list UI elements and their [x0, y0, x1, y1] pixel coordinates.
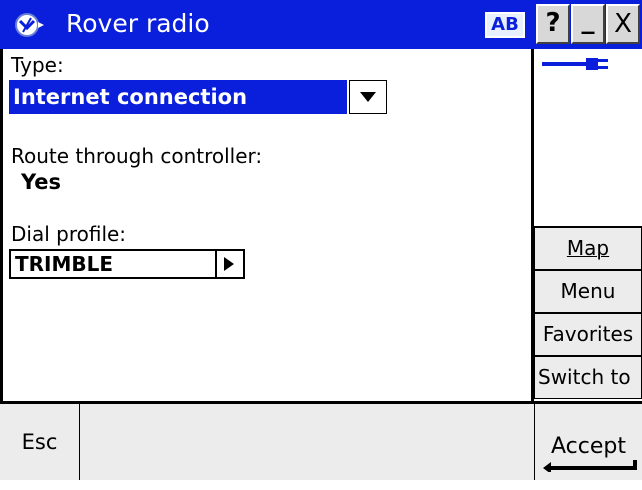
type-selected-value[interactable]: Internet connection — [9, 80, 347, 114]
menu-button-label: Menu — [560, 279, 616, 303]
window-title: Rover radio — [66, 9, 210, 38]
switch-to-button[interactable]: Switch to — [534, 356, 642, 399]
chevron-down-icon — [360, 92, 376, 102]
power-plug-icon[interactable] — [542, 57, 632, 71]
switch-to-button-label: Switch to — [538, 365, 631, 389]
status-pane — [534, 49, 642, 227]
satellite-icon[interactable] — [12, 8, 46, 42]
esc-button[interactable]: Esc — [0, 401, 80, 480]
type-label: Type: — [11, 53, 64, 77]
accept-button-label: Accept — [551, 434, 626, 459]
enter-key-icon — [543, 460, 637, 472]
menu-button[interactable]: Menu — [534, 270, 642, 313]
title-bar: Rover radio AB ? _ X — [0, 0, 642, 49]
map-button-label: Map — [566, 236, 610, 260]
dial-profile-arrow-button[interactable] — [215, 251, 243, 277]
chevron-right-icon — [224, 257, 234, 271]
map-button[interactable]: Map — [534, 227, 642, 270]
dial-profile-value: TRIMBLE — [15, 252, 114, 276]
dial-label: Dial profile: — [11, 222, 127, 246]
favorites-button[interactable]: Favorites — [534, 313, 642, 356]
help-button[interactable]: ? — [536, 4, 570, 44]
type-dropdown[interactable]: Internet connection — [9, 80, 387, 114]
dial-profile-selector[interactable]: TRIMBLE — [9, 249, 245, 279]
route-value: Yes — [21, 170, 62, 194]
input-mode-button[interactable]: AB — [485, 12, 525, 38]
favorites-button-label: Favorites — [542, 322, 634, 346]
dropdown-arrow-button[interactable] — [349, 80, 387, 114]
minimize-button[interactable]: _ — [571, 4, 605, 44]
accept-button[interactable]: Accept — [534, 401, 642, 480]
route-label: Route through controller: — [11, 144, 263, 168]
close-button[interactable]: X — [606, 4, 640, 44]
